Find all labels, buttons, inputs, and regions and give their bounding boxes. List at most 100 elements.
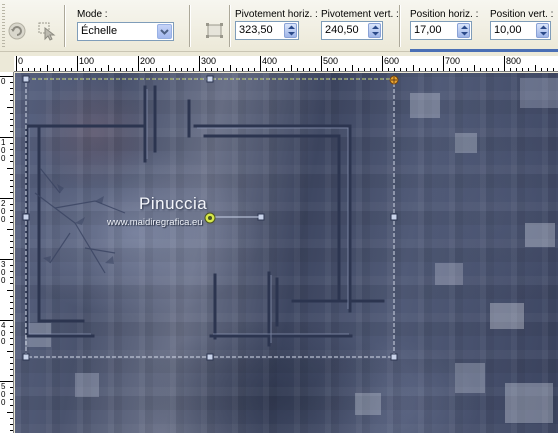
- ruler-tick: [345, 68, 347, 71]
- mode-label: Mode :: [77, 9, 108, 20]
- ruler-tick: [339, 68, 341, 71]
- ruler-tick: [10, 332, 13, 334]
- ruler-tick: [491, 68, 493, 71]
- deform-selection-box[interactable]: [15, 73, 558, 433]
- spin-arrows-icon[interactable]: [368, 23, 381, 38]
- ruler-tick: [10, 387, 13, 389]
- ruler-tick: [10, 271, 13, 273]
- ruler-tick: [211, 68, 213, 71]
- ruler-tick: [7, 167, 13, 169]
- ruler-tick: [10, 338, 13, 340]
- ruler-tick: [485, 68, 487, 71]
- ruler-tick: [479, 68, 481, 71]
- ruler-tick: [418, 68, 420, 71]
- ruler-tick: [449, 68, 451, 71]
- ruler-tick: [113, 68, 115, 71]
- ruler-tick: [406, 68, 408, 71]
- ruler-tick: [95, 68, 97, 71]
- ruler-tick: [10, 179, 13, 181]
- pointer-select-icon[interactable]: [36, 20, 58, 42]
- ruler-tick: [10, 94, 13, 96]
- pivot-v-label: Pivotement vert. :: [321, 9, 399, 20]
- position-v-input[interactable]: 10,00: [490, 21, 551, 40]
- ruler-tick: [10, 326, 13, 328]
- ruler-tick: [552, 68, 554, 71]
- position-v-value: 10,00: [494, 24, 522, 36]
- ruler-tick: [16, 56, 17, 71]
- ruler-tick: [77, 56, 78, 71]
- ruler-tick: [235, 68, 237, 71]
- ruler-tick: [22, 68, 24, 71]
- ruler-tick: [10, 313, 13, 315]
- toolbar-separator: [399, 5, 401, 47]
- mode-select[interactable]: Échelle: [77, 22, 174, 41]
- ruler-tick: [351, 65, 353, 71]
- ruler-tick: [546, 68, 548, 71]
- ruler-tick: [168, 65, 170, 71]
- ruler-tick: [540, 68, 542, 71]
- ruler-tick: [64, 68, 66, 71]
- ruler-tick: [473, 65, 475, 71]
- ruler-tick: [7, 350, 13, 352]
- ruler-tick: [357, 68, 359, 71]
- ruler-tick: [180, 68, 182, 71]
- ruler-tick: [10, 265, 13, 267]
- ruler-tick: [89, 68, 91, 71]
- horizontal-ruler[interactable]: 0 100 200 300 400 500 600 700 800: [0, 56, 558, 72]
- toolbar-separator: [229, 5, 231, 47]
- watermark-site: www.maidiregrafica.eu: [107, 217, 203, 228]
- ruler-tick: [10, 173, 13, 175]
- undo-arrow-icon[interactable]: [6, 20, 28, 42]
- ruler-tick: [461, 68, 463, 71]
- spin-arrows-icon[interactable]: [284, 23, 297, 38]
- ruler-tick: [510, 68, 512, 71]
- chevron-down-icon[interactable]: [157, 24, 172, 39]
- ruler-tick: [10, 118, 13, 120]
- ruler-tick: [10, 143, 13, 145]
- ruler-h-label: 800: [506, 56, 522, 66]
- ruler-tick: [70, 68, 72, 71]
- ruler-tick: [504, 56, 505, 71]
- ruler-tick: [10, 130, 13, 132]
- ruler-tick: [10, 429, 13, 431]
- ruler-tick: [241, 68, 243, 71]
- ruler-tick: [369, 68, 371, 71]
- ruler-tick: [156, 68, 158, 71]
- ruler-tick: [174, 68, 176, 71]
- ruler-tick: [10, 112, 13, 114]
- ruler-h-label: 300: [201, 56, 217, 66]
- pivot-v-input[interactable]: 240,50: [321, 21, 383, 40]
- ruler-tick: [10, 374, 13, 376]
- ruler-tick: [40, 68, 42, 71]
- ruler-tick: [34, 68, 36, 71]
- ruler-tick: [83, 68, 85, 71]
- spin-arrows-icon[interactable]: [536, 23, 549, 38]
- position-h-input[interactable]: 17,00: [410, 21, 472, 40]
- ruler-h-label: 100: [79, 56, 95, 66]
- ruler-tick: [125, 68, 127, 71]
- ruler-tick: [107, 65, 109, 71]
- ruler-tick: [119, 68, 121, 71]
- ruler-h-label: 700: [445, 56, 461, 66]
- ruler-tick: [10, 234, 13, 236]
- ruler-tick: [10, 277, 13, 279]
- ruler-tick: [321, 56, 322, 71]
- pivot-v-value: 240,50: [325, 24, 359, 36]
- ruler-tick: [290, 65, 292, 71]
- image-canvas[interactable]: Pinuccia www.maidiregrafica.eu: [15, 73, 558, 433]
- rotate-handle-icon[interactable]: [388, 74, 400, 86]
- toolbar-grip[interactable]: [2, 4, 5, 48]
- spin-arrows-icon[interactable]: [457, 23, 470, 38]
- vertical-ruler[interactable]: 0 1 0 0 2 0 0 3 0 0 4 0 0 5 0 0: [0, 72, 14, 433]
- ruler-tick: [10, 222, 13, 224]
- ruler-tick: [382, 56, 383, 71]
- ruler-tick: [150, 68, 152, 71]
- reset-deform-icon[interactable]: [204, 20, 226, 42]
- pivot-h-value: 323,50: [239, 24, 273, 36]
- pivot-h-input[interactable]: 323,50: [235, 21, 299, 40]
- ruler-tick: [10, 204, 13, 206]
- ruler-tick: [296, 68, 298, 71]
- position-h-label: Position horiz. :: [410, 9, 479, 20]
- ruler-tick: [455, 68, 457, 71]
- ruler-h-label: 500: [323, 56, 339, 66]
